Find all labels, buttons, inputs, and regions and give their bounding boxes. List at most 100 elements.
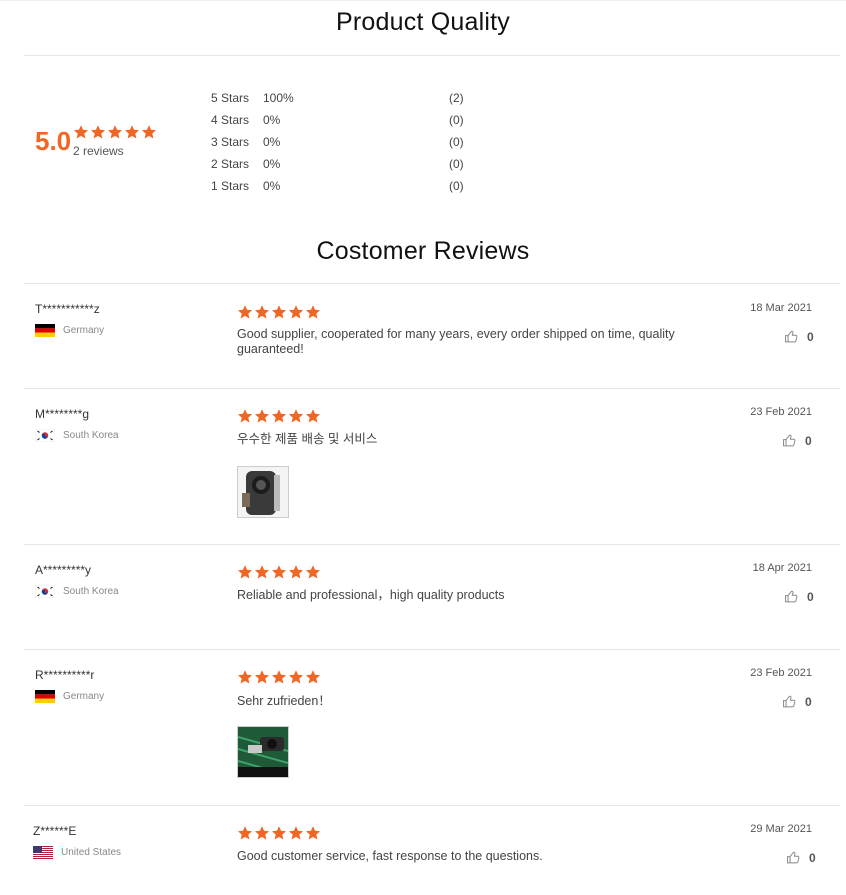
thumbs-up-icon[interactable]	[782, 433, 797, 448]
reviewer-country: South Korea	[35, 585, 119, 598]
star-icon	[271, 408, 287, 424]
review-rating-stars	[237, 408, 321, 424]
star-icon	[237, 669, 253, 685]
rating-count: (0)	[449, 135, 464, 149]
rating-level-label: 4 Stars	[211, 113, 250, 127]
star-icon	[254, 408, 270, 424]
review-text: Reliable and professional，high quality p…	[237, 588, 505, 602]
country-label: United States	[61, 847, 122, 858]
like-count: 0	[805, 433, 812, 448]
like-button[interactable]: 0	[782, 694, 812, 709]
thumbs-up-icon[interactable]	[782, 694, 797, 709]
reviewer-country: United States	[33, 846, 121, 859]
star-icon	[237, 825, 253, 841]
star-icon	[288, 825, 304, 841]
star-icon	[288, 564, 304, 580]
reviewer-country: Germany	[35, 324, 104, 337]
review-item: Z******E United States Good customer ser…	[0, 806, 846, 895]
customer-reviews-title: Costomer Reviews	[316, 237, 530, 265]
reviews-count: 2 reviews	[73, 144, 124, 158]
star-icon	[237, 408, 253, 424]
rating-count: (0)	[449, 157, 464, 171]
like-count: 0	[805, 694, 812, 709]
star-icon	[305, 564, 321, 580]
star-icon	[305, 408, 321, 424]
review-date: 18 Mar 2021	[750, 302, 812, 314]
star-icon	[288, 669, 304, 685]
star-icon	[141, 124, 157, 140]
thumbs-up-icon[interactable]	[784, 329, 799, 344]
rating-percent: 0%	[263, 135, 281, 149]
united-states-flag-icon	[33, 846, 53, 859]
star-icon	[271, 825, 287, 841]
star-icon	[288, 408, 304, 424]
star-icon	[73, 124, 89, 140]
rating-percent: 0%	[263, 113, 281, 127]
like-button[interactable]: 0	[786, 850, 816, 865]
review-item: R**********r Germany Sehr zufrieden！ 23 …	[0, 650, 846, 805]
rating-level-label: 3 Stars	[211, 135, 250, 149]
germany-flag-icon	[35, 324, 55, 337]
review-item: T***********z Germany Good supplier, coo…	[0, 284, 846, 388]
average-rating-stars	[73, 124, 157, 140]
rating-level-label: 5 Stars	[211, 91, 250, 105]
reviewer-name: R**********r	[35, 668, 95, 682]
review-date: 29 Mar 2021	[750, 823, 812, 835]
south-korea-flag-icon	[35, 429, 55, 442]
star-icon	[288, 304, 304, 320]
south-korea-flag-icon	[35, 585, 55, 598]
star-icon	[124, 124, 140, 140]
rating-count: (0)	[449, 179, 464, 193]
review-rating-stars	[237, 564, 321, 580]
country-label: Germany	[63, 691, 105, 702]
top-divider	[0, 0, 846, 1]
star-icon	[271, 669, 287, 685]
rating-level-label: 2 Stars	[211, 157, 250, 171]
reviewer-country: Germany	[35, 690, 104, 703]
review-date: 23 Feb 2021	[750, 406, 812, 418]
reviewer-country: South Korea	[35, 429, 119, 442]
rating-percent: 0%	[263, 157, 281, 171]
star-icon	[254, 669, 270, 685]
like-button[interactable]: 0	[784, 589, 814, 604]
star-icon	[90, 124, 106, 140]
reviewer-name: T***********z	[35, 302, 100, 316]
product-photo-thumbnail[interactable]	[237, 466, 289, 518]
rating-percent: 100%	[263, 91, 294, 105]
thumbs-up-icon[interactable]	[786, 850, 801, 865]
like-count: 0	[809, 850, 816, 865]
review-rating-stars	[237, 304, 321, 320]
country-label: South Korea	[63, 586, 119, 597]
thumbs-up-icon[interactable]	[784, 589, 799, 604]
review-rating-stars	[237, 669, 321, 685]
product-photo-thumbnail[interactable]	[237, 726, 289, 778]
rating-count: (0)	[449, 113, 464, 127]
product-quality-title: Product Quality	[336, 8, 510, 36]
star-icon	[254, 304, 270, 320]
like-count: 0	[807, 329, 814, 344]
star-icon	[305, 304, 321, 320]
review-rating-stars	[237, 825, 321, 841]
germany-flag-icon	[35, 690, 55, 703]
reviewer-name: A*********y	[35, 563, 92, 577]
country-label: Germany	[63, 325, 105, 336]
review-text: Good customer service, fast response to …	[237, 849, 543, 863]
reviewer-name: M********g	[35, 407, 90, 421]
star-icon	[271, 564, 287, 580]
like-button[interactable]: 0	[784, 329, 814, 344]
star-icon	[237, 564, 253, 580]
star-icon	[305, 825, 321, 841]
review-text: Good supplier, cooperated for many years…	[237, 327, 675, 356]
reviewer-name: Z******E	[33, 824, 77, 838]
rating-level-label: 1 Stars	[211, 179, 250, 193]
star-icon	[254, 825, 270, 841]
star-icon	[271, 304, 287, 320]
review-text: 우수한 제품 배송 및 서비스	[237, 432, 378, 446]
average-score: 5.0	[35, 126, 72, 156]
star-icon	[237, 304, 253, 320]
star-icon	[107, 124, 123, 140]
star-icon	[254, 564, 270, 580]
review-date: 18 Apr 2021	[752, 562, 812, 574]
like-button[interactable]: 0	[782, 433, 812, 448]
like-count: 0	[807, 589, 814, 604]
